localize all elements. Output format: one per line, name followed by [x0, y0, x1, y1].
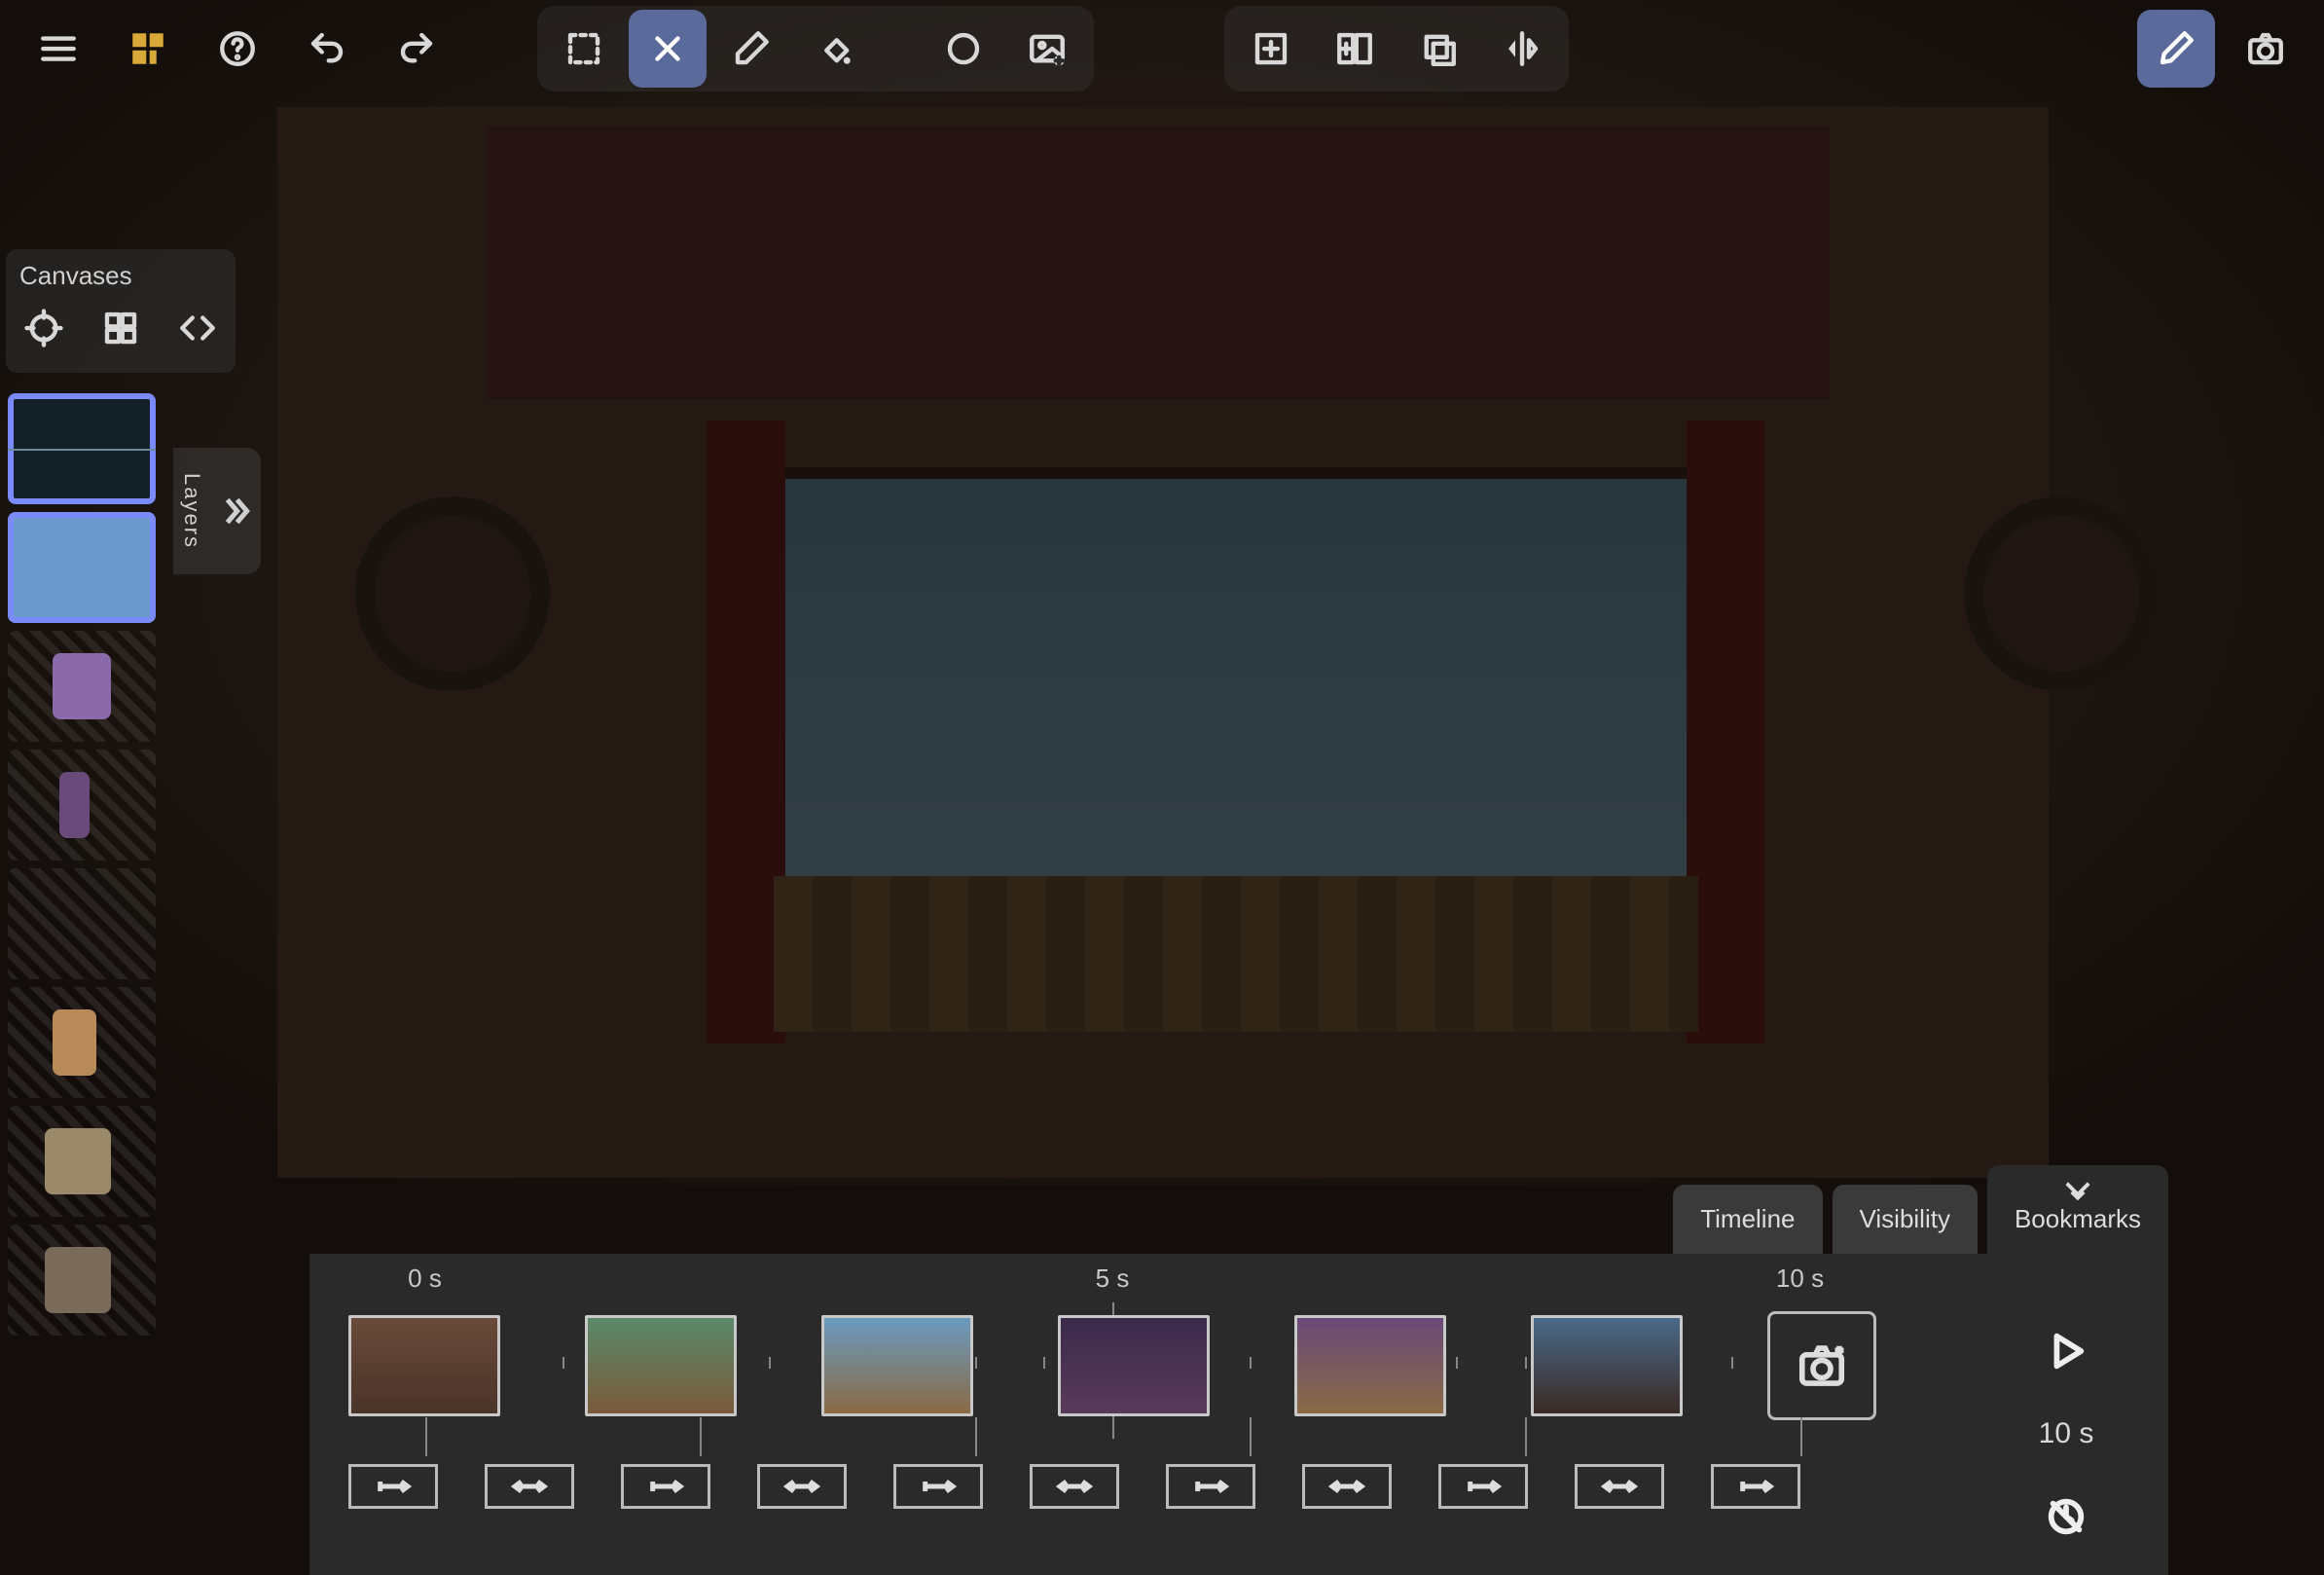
pen-tool[interactable]	[2137, 10, 2215, 88]
loop-toggle[interactable]	[2027, 1478, 2105, 1556]
canvas-thumb[interactable]	[8, 868, 156, 979]
tween-row	[348, 1464, 1876, 1511]
grid-button[interactable]	[96, 301, 146, 355]
redo-button[interactable]	[378, 10, 455, 88]
canvas-thumb[interactable]	[8, 512, 156, 623]
keyframe[interactable]	[1531, 1315, 1683, 1416]
keyframe[interactable]	[585, 1315, 737, 1416]
mirror-button[interactable]	[1483, 10, 1561, 88]
panel-tool-group	[1224, 6, 1569, 92]
tween-button[interactable]	[1711, 1464, 1800, 1509]
top-toolbar	[0, 0, 2324, 97]
tween-button[interactable]	[1438, 1464, 1528, 1509]
layers-label: Layers	[179, 473, 204, 549]
keyframe-track[interactable]	[348, 1312, 1876, 1419]
tween-button[interactable]	[485, 1464, 574, 1509]
add-keyframe-button[interactable]	[1767, 1311, 1876, 1420]
code-button[interactable]	[172, 301, 222, 355]
ruler-mark: 5 s	[1096, 1264, 1130, 1294]
tween-button[interactable]	[1030, 1464, 1119, 1509]
eraser-tool[interactable]	[712, 10, 790, 88]
select-tool[interactable]	[545, 10, 623, 88]
tween-button[interactable]	[1166, 1464, 1255, 1509]
help-button[interactable]	[199, 10, 276, 88]
bookmarks-icon	[2063, 1179, 2092, 1200]
tab-visibility[interactable]: Visibility	[1833, 1185, 1978, 1254]
draw-tool-group	[537, 6, 1094, 92]
menu-button[interactable]	[19, 10, 97, 88]
chevrons-right-icon	[216, 492, 255, 531]
tab-bookmarks-label: Bookmarks	[2015, 1204, 2141, 1234]
play-button[interactable]	[2027, 1312, 2105, 1390]
canvas-thumb[interactable]	[8, 750, 156, 861]
timeline-controls: 10 s	[1983, 1312, 2149, 1556]
keyframe[interactable]	[821, 1315, 973, 1416]
tween-button[interactable]	[621, 1464, 710, 1509]
tab-timeline[interactable]: Timeline	[1673, 1185, 1822, 1254]
fill-tool[interactable]	[796, 10, 874, 88]
camera-button[interactable]	[2227, 10, 2305, 88]
timeline-ruler[interactable]: 0 s 5 s 10 s	[348, 1264, 1876, 1302]
canvas-thumb[interactable]	[8, 1225, 156, 1336]
keyframe[interactable]	[1294, 1315, 1446, 1416]
app-logo-icon[interactable]	[109, 10, 187, 88]
tween-button[interactable]	[1575, 1464, 1664, 1509]
timeline-panel: Timeline Visibility Bookmarks 0 s 5 s 10…	[309, 1254, 2168, 1575]
layers-expand-tab[interactable]: Layers	[173, 448, 261, 574]
canvas-thumb[interactable]	[8, 631, 156, 742]
tween-button[interactable]	[893, 1464, 983, 1509]
canvas-thumb[interactable]	[8, 1106, 156, 1217]
timeline-tabs: Timeline Visibility Bookmarks	[1663, 1186, 2168, 1254]
tween-button[interactable]	[757, 1464, 847, 1509]
keyframe[interactable]	[1058, 1315, 1210, 1416]
canvas-thumb[interactable]	[8, 393, 156, 504]
flip-button[interactable]	[1399, 10, 1477, 88]
keyframe-stems	[348, 1417, 1876, 1456]
tab-bookmarks[interactable]: Bookmarks	[1987, 1165, 2168, 1254]
ruler-mark: 10 s	[1776, 1264, 1824, 1294]
undo-button[interactable]	[288, 10, 366, 88]
shape-tool[interactable]	[925, 10, 1002, 88]
canvas-thumbnail-list	[8, 393, 163, 1336]
tween-button[interactable]	[348, 1464, 438, 1509]
image-tool[interactable]	[1008, 10, 1086, 88]
split-button[interactable]	[1316, 10, 1394, 88]
canvases-panel: Canvases	[6, 249, 236, 373]
brush-tool[interactable]	[629, 10, 707, 88]
duration-label: 10 s	[2039, 1417, 2094, 1450]
canvas-thumb[interactable]	[8, 987, 156, 1098]
ruler-mark: 0 s	[408, 1264, 442, 1294]
tween-button[interactable]	[1302, 1464, 1392, 1509]
addpanel-button[interactable]	[1232, 10, 1310, 88]
target-button[interactable]	[19, 301, 69, 355]
canvases-title: Canvases	[19, 261, 222, 291]
keyframe[interactable]	[348, 1315, 500, 1416]
